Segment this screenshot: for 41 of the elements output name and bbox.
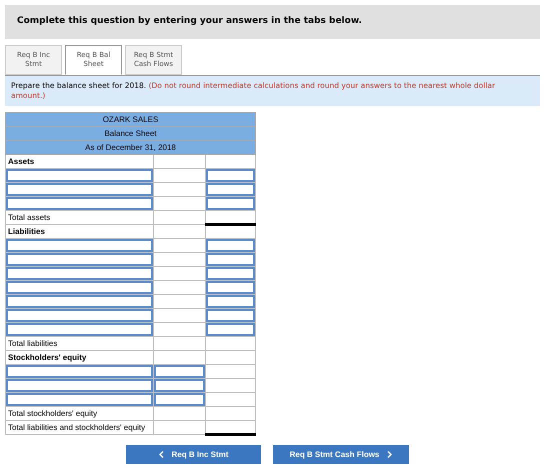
amount-field[interactable] — [206, 267, 255, 280]
amount-field[interactable] — [206, 323, 255, 336]
account-name-field[interactable] — [6, 295, 153, 308]
amount-field[interactable] — [154, 379, 205, 392]
section-heading: Assets — [8, 156, 34, 166]
amount-field[interactable] — [206, 197, 255, 210]
account-name-field[interactable] — [6, 183, 153, 196]
section-heading: Stockholders' equity — [8, 352, 86, 362]
amount-field[interactable] — [206, 239, 255, 252]
total-label: Total liabilities — [8, 338, 58, 348]
account-name-field[interactable] — [6, 197, 153, 210]
account-name-field[interactable] — [6, 309, 153, 322]
account-name-field[interactable] — [6, 323, 153, 336]
total-label: Total liabilities and stockholders' equity — [8, 422, 146, 432]
amount-field[interactable] — [206, 281, 255, 294]
section-heading: Liabilities — [8, 226, 45, 236]
account-name-field[interactable] — [6, 239, 153, 252]
account-name-field[interactable] — [6, 379, 153, 392]
chevron-left-icon — [158, 451, 164, 458]
next-tab-button[interactable]: Req B Stmt Cash Flows — [273, 445, 409, 464]
account-name-field[interactable] — [6, 393, 153, 406]
amount-field[interactable] — [154, 393, 205, 406]
previous-tab-button[interactable]: Req B Inc Stmt — [126, 445, 261, 464]
company-name: OZARK SALES — [102, 114, 158, 124]
instruction-title: Complete this question by entering your answers in the tabs below. — [17, 15, 362, 28]
amount-field[interactable] — [154, 365, 205, 378]
statement-title: Balance Sheet — [104, 128, 157, 138]
account-name-field[interactable] — [6, 253, 153, 266]
total-label: Total stockholders' equity — [8, 408, 98, 418]
amount-field[interactable] — [206, 183, 255, 196]
account-name-field[interactable] — [6, 281, 153, 294]
amount-field[interactable] — [206, 253, 255, 266]
amount-field[interactable] — [206, 169, 255, 182]
chevron-right-icon — [387, 451, 392, 458]
total-label: Total assets — [8, 212, 50, 222]
account-name-field[interactable] — [6, 365, 153, 378]
amount-field[interactable] — [206, 309, 255, 322]
account-name-field[interactable] — [6, 267, 153, 280]
amount-field[interactable] — [206, 295, 255, 308]
statement-date: As of December 31, 2018 — [85, 142, 176, 152]
account-name-field[interactable] — [6, 169, 153, 182]
